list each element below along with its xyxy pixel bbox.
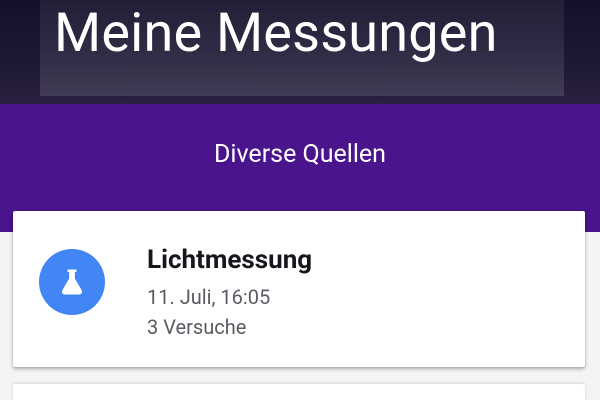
measurement-attempts: 3 Versuche — [147, 315, 247, 339]
flask-icon — [62, 269, 82, 295]
app-root: Meine Messungen Diverse Quellen Lichtmes… — [0, 0, 600, 400]
measurement-date: 11. Juli, 16:05 — [147, 285, 271, 309]
measurement-avatar — [39, 249, 105, 315]
measurement-card[interactable]: Lichtmessung 11. Juli, 16:05 3 Versuche — [13, 211, 585, 367]
measurement-card-next[interactable] — [13, 384, 585, 400]
app-header: Meine Messungen — [0, 0, 600, 104]
page-title: Meine Messungen — [54, 2, 498, 65]
measurement-title: Lichtmessung — [147, 245, 313, 275]
section-title: Diverse Quellen — [214, 140, 386, 169]
